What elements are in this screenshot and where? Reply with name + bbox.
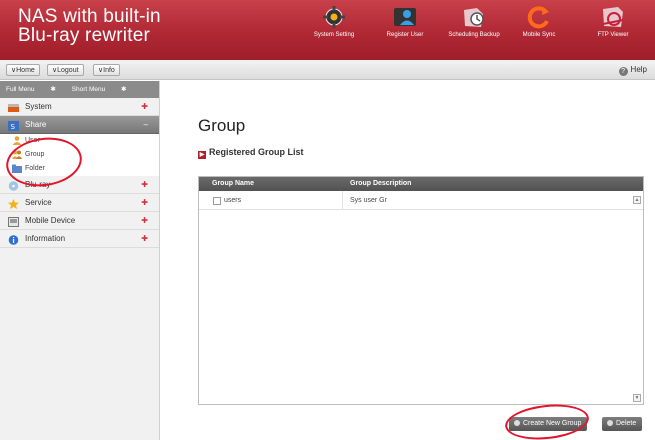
home-button[interactable]: ∨Home bbox=[6, 64, 40, 76]
logout-label: Logout bbox=[57, 67, 79, 74]
sidebar-item-label: Service bbox=[25, 198, 52, 207]
ftp-viewer-icon bbox=[600, 4, 626, 30]
sidebar-item-share[interactable]: S Share – bbox=[0, 116, 159, 134]
register-user-icon bbox=[392, 4, 418, 30]
gear-icon bbox=[321, 4, 347, 30]
table-row[interactable]: users Sys user Gr bbox=[199, 191, 643, 210]
toolbar: ∨Home ∨Logout ∨Info ? Help bbox=[0, 60, 655, 80]
home-label: Home bbox=[16, 67, 35, 74]
delete-button[interactable]: Delete bbox=[602, 417, 643, 431]
nav-ftp-viewer[interactable]: FTP Viewer bbox=[578, 4, 648, 39]
group-description-cell: Sys user Gr bbox=[350, 197, 387, 204]
info-icon bbox=[8, 234, 19, 245]
top-nav: System Setting Register User Scheduling … bbox=[0, 0, 655, 60]
sidebar-item-label: Share bbox=[25, 120, 47, 129]
expand-icon[interactable]: ✚ bbox=[141, 230, 148, 248]
svg-text:S: S bbox=[11, 123, 16, 131]
nav-label: Register User bbox=[386, 32, 424, 38]
nav-system-setting[interactable]: System Setting bbox=[299, 4, 369, 39]
info-label: Info bbox=[103, 67, 115, 74]
scroll-down-icon[interactable]: ▼ bbox=[633, 394, 641, 402]
menu-tabs: Full Menu ✱ Short Menu ✱ bbox=[0, 81, 159, 98]
nav-label: FTP Viewer bbox=[597, 32, 629, 38]
sidebar-item-label: System bbox=[25, 102, 52, 111]
delete-label: Delete bbox=[616, 420, 637, 427]
help-icon: ? bbox=[618, 67, 628, 76]
sidebar-item-label: Mobile Device bbox=[25, 216, 76, 225]
info-button[interactable]: ∨Info bbox=[93, 64, 120, 76]
sidebar-item-system[interactable]: System ✚ bbox=[0, 98, 159, 116]
group-table: Group Name Group Description users Sys u… bbox=[198, 176, 644, 405]
full-menu-label: Full Menu bbox=[6, 86, 35, 93]
help-button[interactable]: ? Help bbox=[618, 64, 647, 76]
sidebar-item-mobile-device[interactable]: Mobile Device ✚ bbox=[0, 212, 159, 230]
main-content: Group ▶ Registered Group List Group Name … bbox=[161, 81, 655, 440]
page-title: Group bbox=[198, 116, 246, 135]
nav-scheduling-backup[interactable]: Scheduling Backup bbox=[439, 4, 509, 39]
nav-mobile-sync[interactable]: Mobile Sync bbox=[504, 4, 574, 39]
row-checkbox[interactable] bbox=[213, 197, 221, 205]
nav-label: Scheduling Backup bbox=[448, 32, 500, 38]
share-icon: S bbox=[8, 120, 19, 131]
full-menu-tab[interactable]: Full Menu ✱ bbox=[6, 86, 56, 93]
logout-button[interactable]: ∨Logout bbox=[47, 64, 84, 76]
nav-label: System Setting bbox=[313, 32, 355, 38]
short-menu-label: Short Menu bbox=[71, 86, 106, 93]
scroll-up-icon[interactable]: ▲ bbox=[633, 196, 641, 204]
expand-icon[interactable]: ✚ bbox=[141, 194, 148, 212]
column-header-group-name: Group Name bbox=[212, 180, 255, 187]
sidebar-item-information[interactable]: Information ✚ bbox=[0, 230, 159, 248]
sidebar: Full Menu ✱ Short Menu ✱ System ✚ S Shar… bbox=[0, 81, 160, 440]
table-header: Group Name Group Description bbox=[199, 177, 643, 191]
sidebar-item-service[interactable]: Service ✚ bbox=[0, 194, 159, 212]
expand-icon[interactable]: ✚ bbox=[141, 98, 148, 116]
section-title-label: Registered Group List bbox=[209, 147, 304, 157]
collapse-icon[interactable]: – bbox=[144, 116, 148, 134]
scheduling-backup-icon bbox=[461, 4, 487, 30]
section-bullet-icon: ▶ bbox=[198, 151, 206, 159]
group-name-cell: users bbox=[224, 197, 242, 204]
nav-label: Mobile Sync bbox=[522, 32, 556, 38]
mobile-sync-icon bbox=[526, 4, 552, 30]
section-title: ▶ Registered Group List bbox=[198, 147, 304, 159]
sidebar-item-label: Information bbox=[25, 234, 66, 243]
delete-circle-icon bbox=[607, 420, 613, 426]
expand-icon[interactable]: ✚ bbox=[141, 176, 148, 194]
app-header: NAS with built-in Blu-ray rewriter Syste… bbox=[0, 0, 655, 60]
mobile-device-icon bbox=[8, 216, 19, 227]
expand-icon[interactable]: ✚ bbox=[141, 212, 148, 230]
nav-register-user[interactable]: Register User bbox=[370, 4, 440, 39]
column-header-group-description: Group Description bbox=[350, 180, 412, 187]
system-icon bbox=[8, 102, 19, 112]
short-menu-tab[interactable]: Short Menu ✱ bbox=[72, 86, 127, 93]
help-label: Help bbox=[630, 65, 647, 74]
star-icon bbox=[8, 198, 19, 209]
